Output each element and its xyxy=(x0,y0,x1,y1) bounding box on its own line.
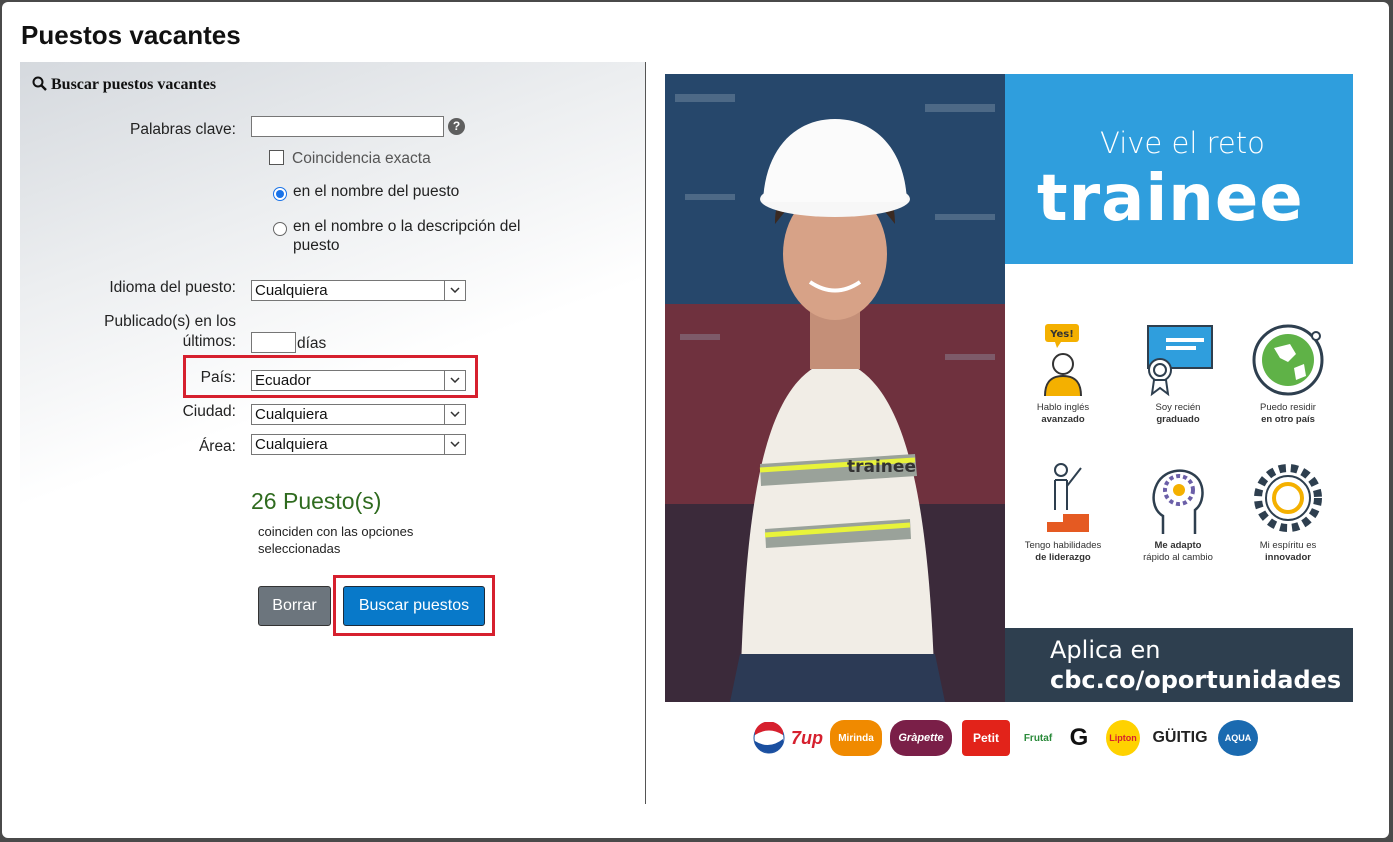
feature-graduate-line1: Soy recién xyxy=(1155,402,1201,413)
feature-graduate: Soy recién graduado xyxy=(1123,322,1233,426)
feature-relocate-line1: Puedo residir xyxy=(1260,402,1316,413)
result-text: coinciden con las opciones seleccionadas xyxy=(258,524,414,556)
chevron-down-icon xyxy=(444,435,465,454)
banner-headline-small: Vive el reto xyxy=(1100,126,1265,160)
published-label-line2: últimos: xyxy=(182,333,236,350)
chevron-down-icon xyxy=(444,281,465,300)
feature-english-line2: avanzado xyxy=(1041,414,1085,425)
trainee-photo: trainee xyxy=(665,74,1005,702)
feature-adapt-line1: Me adapto xyxy=(1154,540,1202,551)
radio-job-name[interactable] xyxy=(273,187,287,201)
trainee-banner: trainee Vive el reto trainee Yes! Hablo … xyxy=(665,74,1353,702)
search-icon xyxy=(32,76,47,91)
fruta-logo: Frutaf xyxy=(1023,732,1053,744)
feature-innovation-line2: innovador xyxy=(1265,552,1311,563)
language-label: Idioma del puesto: xyxy=(109,279,236,296)
adaptable-mind-icon xyxy=(1152,469,1204,534)
country-highlight-box xyxy=(183,355,478,398)
days-label: días xyxy=(297,335,327,352)
page-title: Puestos vacantes xyxy=(21,20,241,50)
keywords-label: Palabras clave: xyxy=(130,121,236,138)
feature-adapt: Me adapto rápido al cambio xyxy=(1123,460,1233,564)
city-label: Ciudad: xyxy=(182,403,236,420)
feature-english-line1: Hablo inglés xyxy=(1036,402,1090,413)
area-select[interactable]: Cualquiera xyxy=(251,434,466,455)
guitig-logo: GÜITIG xyxy=(1152,729,1208,746)
city-value: Cualquiera xyxy=(255,406,328,423)
brand-logos-row: 7up Mirinda Gràpette Petit Frutaf G Lipt… xyxy=(752,720,1272,760)
panel-divider xyxy=(645,62,646,804)
search-button-highlight-box xyxy=(333,575,495,636)
radio-job-name-label: en el nombre del puesto xyxy=(293,183,460,200)
mirinda-logo: Mirinda xyxy=(830,720,882,756)
radio-desc-label-line2: puesto xyxy=(293,237,340,254)
browser-window: Puestos vacantes Buscar puestos vacantes… xyxy=(2,2,1389,838)
innovation-gear-icon xyxy=(1254,464,1322,532)
petit-logo: Petit xyxy=(962,720,1010,756)
shirt-logo-text: trainee xyxy=(847,457,916,477)
feature-adapt-line2: rápido al cambio xyxy=(1143,552,1213,563)
language-value: Cualquiera xyxy=(255,282,328,299)
banner-headline-box: Vive el reto trainee xyxy=(1005,74,1353,264)
area-label: Área: xyxy=(198,438,236,455)
banner-features: Yes! Hablo inglés avanzado Soy recién grad… xyxy=(1005,264,1353,628)
agua-logo: AQUA xyxy=(1218,720,1258,756)
banner-cta-box: Aplica en cbc.co/oportunidades xyxy=(1005,628,1353,702)
feature-leadership-line1: Tengo habilidades xyxy=(1024,540,1102,551)
feature-innovation: Mi espíritu es innovador xyxy=(1233,460,1343,564)
published-label-line1: Publicado(s) en los xyxy=(104,313,236,330)
search-panel: Buscar puestos vacantes Palabras clave: … xyxy=(20,62,646,804)
feature-leadership-line2: de liderazgo xyxy=(1035,552,1091,563)
banner-cta-line1: Aplica en xyxy=(1050,636,1161,664)
feature-innovation-line1: Mi espíritu es xyxy=(1259,540,1317,551)
language-select[interactable]: Cualquiera xyxy=(251,280,466,301)
feature-relocate: Puedo residir en otro país xyxy=(1233,322,1343,426)
diploma-icon xyxy=(1147,325,1213,397)
lipton-logo: Lipton xyxy=(1106,720,1140,756)
gatorade-logo: G xyxy=(1069,724,1089,751)
leadership-icon xyxy=(1047,463,1089,532)
feature-leadership: Tengo habilidades de liderazgo xyxy=(1008,460,1118,564)
feature-english: Yes! Hablo inglés avanzado xyxy=(1008,322,1118,426)
grapette-logo: Gràpette xyxy=(890,720,952,756)
pepsi-logo xyxy=(752,720,786,756)
city-select[interactable]: Cualquiera xyxy=(251,404,466,425)
exact-match-label: Coincidencia exacta xyxy=(292,150,431,167)
chevron-down-icon xyxy=(444,405,465,424)
help-icon[interactable]: ? xyxy=(448,118,465,135)
radio-job-name-or-description[interactable] xyxy=(273,222,287,236)
banner-headline-big: trainee xyxy=(1037,162,1304,236)
exact-match-checkbox[interactable] xyxy=(269,150,284,165)
yes-badge-text: Yes! xyxy=(1049,329,1074,340)
banner-cta-url[interactable]: cbc.co/oportunidades xyxy=(1050,666,1341,694)
clear-button[interactable]: Borrar xyxy=(258,586,331,626)
search-header-text: Buscar puestos vacantes xyxy=(51,76,217,93)
result-count: 26 Puesto(s) xyxy=(251,488,382,514)
seven-up-logo: 7up xyxy=(791,727,824,748)
search-header: Buscar puestos vacantes xyxy=(32,76,216,94)
globe-icon xyxy=(1252,324,1324,396)
feature-relocate-line2: en otro país xyxy=(1261,414,1315,425)
keywords-input[interactable] xyxy=(251,116,444,137)
published-days-input[interactable] xyxy=(251,332,296,353)
english-speaker-icon: Yes! xyxy=(1044,324,1082,397)
area-value: Cualquiera xyxy=(255,436,328,453)
feature-graduate-line2: graduado xyxy=(1156,414,1200,425)
radio-desc-label-line1: en el nombre o la descripción del xyxy=(293,218,521,235)
